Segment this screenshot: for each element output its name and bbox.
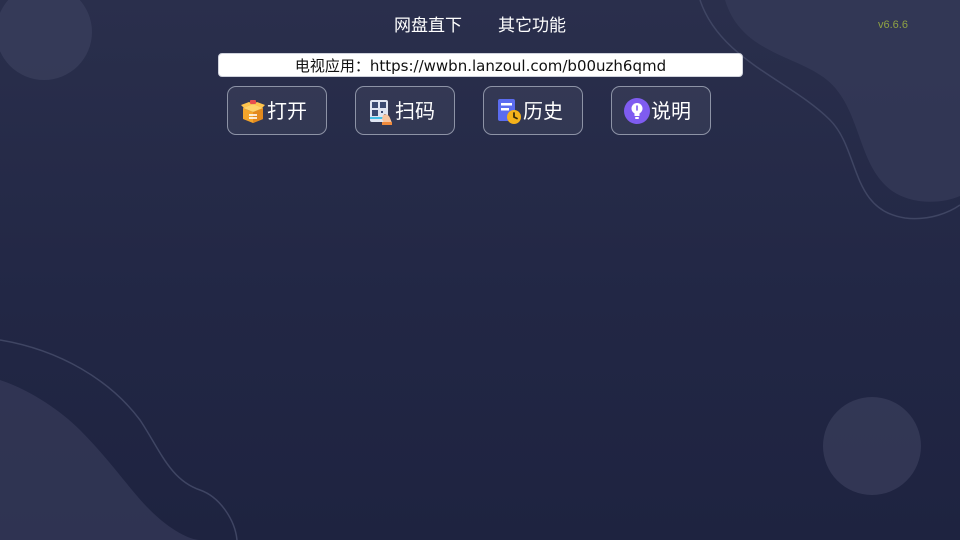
help-button-label: 说明 <box>651 99 691 123</box>
history-button-label: 历史 <box>523 99 563 123</box>
open-button[interactable]: 打开 <box>227 86 327 135</box>
tab-netdisk-download[interactable]: 网盘直下 <box>394 14 462 38</box>
background-decoration <box>0 0 960 540</box>
open-box-icon <box>239 97 267 125</box>
open-button-label: 打开 <box>267 99 307 123</box>
version-label: v6.6.6 <box>878 19 908 31</box>
scan-button[interactable]: 扫码 <box>355 86 455 135</box>
tab-other-functions[interactable]: 其它功能 <box>498 14 566 38</box>
url-input[interactable]: 电视应用：https://wwbn.lanzoul.com/b00uzh6qmd <box>218 53 743 77</box>
lightbulb-info-icon <box>623 97 651 125</box>
top-tab-bar: 网盘直下 其它功能 <box>0 14 960 38</box>
scan-button-label: 扫码 <box>395 99 435 123</box>
history-icon <box>495 97 523 125</box>
help-button[interactable]: 说明 <box>611 86 711 135</box>
history-button[interactable]: 历史 <box>483 86 583 135</box>
qr-scan-icon <box>367 97 395 125</box>
